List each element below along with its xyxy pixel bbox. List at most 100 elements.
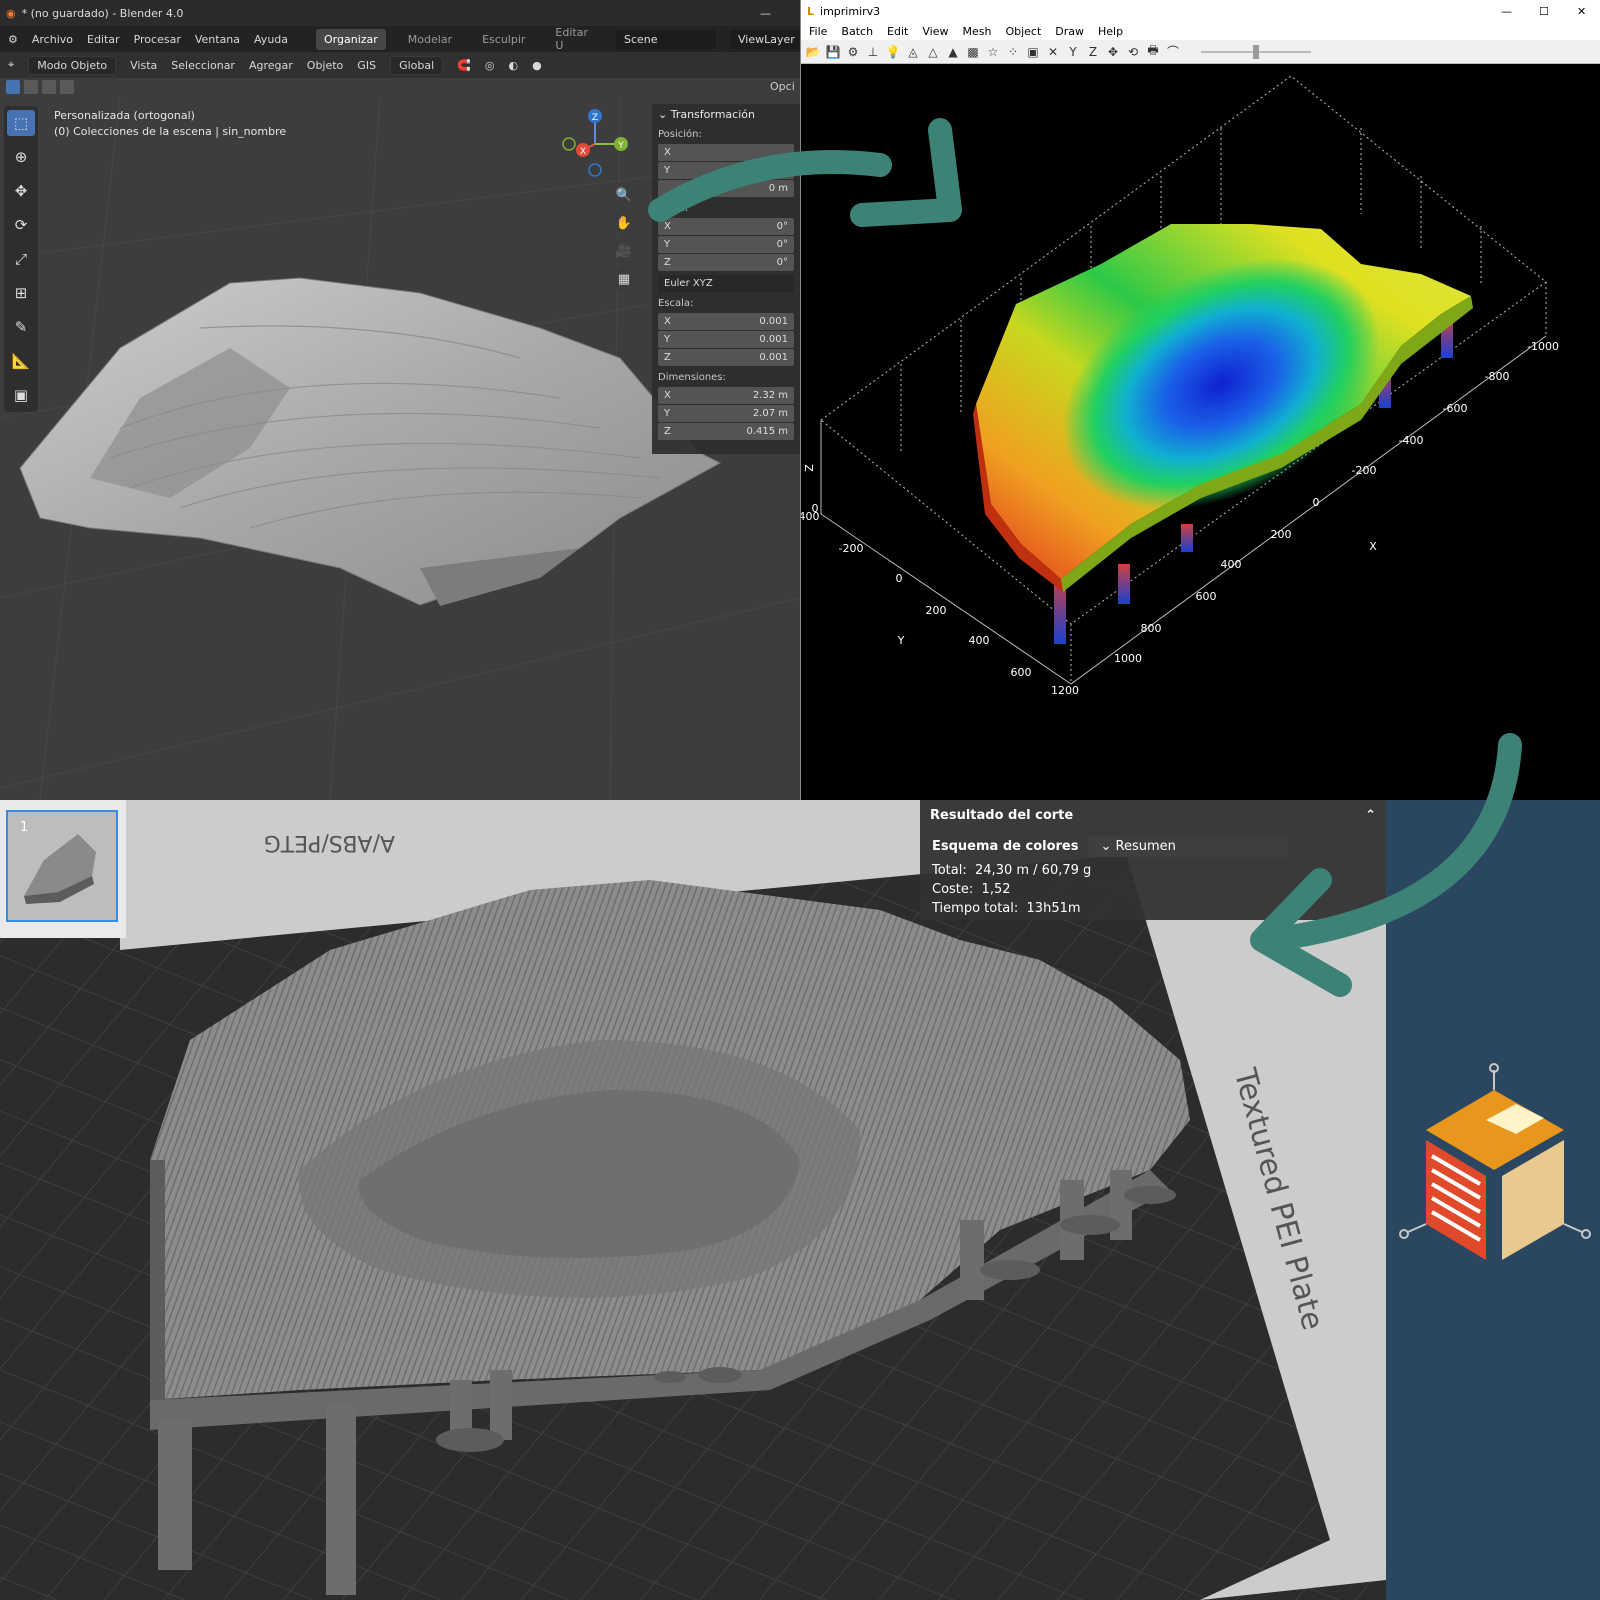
select-extend-icon[interactable] <box>24 80 38 94</box>
axis-x-icon[interactable]: ✕ <box>1045 45 1061 59</box>
support-icon[interactable]: ⌒ <box>1165 43 1181 60</box>
menu-edit[interactable]: Edit <box>887 25 908 38</box>
menu-file[interactable]: File <box>809 25 827 38</box>
rotation-y-field[interactable]: Y 0° <box>658 236 794 253</box>
scale-y-field[interactable]: Y 0.001 <box>658 331 794 348</box>
x-tick: -400 <box>1399 434 1424 447</box>
save-icon[interactable]: 💾 <box>825 45 841 59</box>
3d-viewport[interactable]: ⬚ ⊕ ✥ ⟳ ⤢ ⊞ ✎ 📐 ▣ Personalizada (ortogon… <box>0 98 800 800</box>
menu-draw[interactable]: Draw <box>1055 25 1084 38</box>
rotate-icon[interactable]: ⟲ <box>1125 45 1141 59</box>
terrain-plot[interactable]: 1200 1000 800 600 400 200 0 -200 -400 -6… <box>801 64 1600 800</box>
open-folder-icon[interactable]: 📂 <box>805 45 821 59</box>
3d-canvas[interactable]: 1200 1000 800 600 400 200 0 -200 -400 -6… <box>801 64 1600 800</box>
slice-result-header[interactable]: Resultado del corte ⌃ <box>920 800 1386 830</box>
menu-view[interactable]: View <box>922 25 948 38</box>
overlay-icon[interactable]: ◐ <box>508 59 518 72</box>
network-icon[interactable]: ⚙ <box>845 45 861 59</box>
wire-icon[interactable]: ◬ <box>905 45 921 59</box>
menu-seleccionar[interactable]: Seleccionar <box>171 59 235 72</box>
menu-batch[interactable]: Batch <box>841 25 873 38</box>
menu-objeto[interactable]: Objeto <box>307 59 344 72</box>
rotation-mode-dropdown[interactable]: Euler XYZ <box>658 275 794 292</box>
tab-modelar[interactable]: Modelar <box>400 29 460 50</box>
orientation-dropdown[interactable]: Global <box>390 55 444 75</box>
editor-type-icon[interactable]: ⌖ <box>8 58 14 72</box>
minimize-button[interactable]: — <box>760 7 771 20</box>
axis-z-icon[interactable]: Z <box>1085 45 1101 59</box>
field-key: Y <box>664 239 671 250</box>
tab-organizar[interactable]: Organizar <box>316 28 386 50</box>
move-icon[interactable]: ✥ <box>1105 45 1121 59</box>
tab-esculpir[interactable]: Esculpir <box>474 29 533 50</box>
field-key: Y <box>664 334 671 345</box>
position-y-field[interactable]: Y 0 m <box>658 162 794 179</box>
color-scheme-label: Esquema de colores <box>932 839 1079 854</box>
light-icon[interactable]: 💡 <box>885 45 901 59</box>
slicer-view[interactable]: A/ABS/PETG Textured PEI Plate 1 Resultad… <box>0 800 1386 1600</box>
close-icon[interactable]: ✕ <box>1577 5 1586 18</box>
menu-mesh[interactable]: Mesh <box>962 25 991 38</box>
select-box-icon[interactable] <box>6 80 20 94</box>
blender-icon[interactable]: ⚙ <box>8 33 18 46</box>
minimize-icon[interactable]: — <box>1501 5 1512 18</box>
menu-editar[interactable]: Editar <box>87 33 120 46</box>
x-axis-label: X <box>1369 540 1377 553</box>
scale-x-field[interactable]: X 0.001 <box>658 313 794 330</box>
z-axis-label: Z <box>803 464 816 472</box>
mode-dropdown[interactable]: Modo Objeto <box>28 55 117 75</box>
axes-icon[interactable]: ⊥ <box>865 45 881 59</box>
rotation-x-field[interactable]: X 0° <box>658 218 794 235</box>
menu-agregar[interactable]: Agregar <box>249 59 293 72</box>
color-scheme-dropdown[interactable]: ⌄ Resumen <box>1088 836 1289 857</box>
position-x-field[interactable]: X <box>658 144 794 161</box>
printer-icon[interactable]: 🖶 <box>1145 41 1161 62</box>
axis-y-icon[interactable]: Y <box>1065 45 1081 59</box>
transform-panel: ⌄ Transformación Posición: X Y 0 m 0 m ac… <box>652 104 800 454</box>
imprimir-window: L imprimirv3 — ☐ ✕ File Batch Edit View … <box>800 0 1600 800</box>
rotation-z-field[interactable]: Z 0° <box>658 254 794 271</box>
dimension-x-field[interactable]: X 2.32 m <box>658 387 794 404</box>
proportional-icon[interactable]: ◎ <box>485 59 495 72</box>
scene-selector[interactable]: Scene <box>616 29 716 49</box>
zoom-slider[interactable] <box>1201 45 1311 59</box>
field-value: 0° <box>776 239 788 250</box>
mesh-icon[interactable]: △ <box>925 45 941 59</box>
shading-solid-icon[interactable]: ● <box>532 59 542 72</box>
color-mesh-icon[interactable]: ▲ <box>945 45 961 59</box>
menu-help[interactable]: Help <box>1098 25 1123 38</box>
box-icon[interactable]: ▣ <box>1025 45 1041 59</box>
points-icon[interactable]: ⁘ <box>1005 45 1021 59</box>
menu-object[interactable]: Object <box>1005 25 1041 38</box>
dimension-y-field[interactable]: Y 2.07 m <box>658 405 794 422</box>
plate-thumbnail[interactable]: 1 <box>6 810 118 922</box>
star-icon[interactable]: ☆ <box>985 45 1001 59</box>
cube-logo-icon <box>1399 1063 1591 1260</box>
maximize-icon[interactable]: ☐ <box>1539 5 1549 18</box>
collapse-icon[interactable]: ⌃ <box>1365 808 1376 823</box>
x-tick: -200 <box>1352 464 1377 477</box>
plate-thumbnail-bar: 1 <box>0 800 126 938</box>
cost-value: 1,52 <box>981 882 1011 897</box>
menu-procesar[interactable]: Procesar <box>134 33 181 46</box>
snap-icon[interactable]: 🧲 <box>457 59 471 72</box>
menu-gis[interactable]: GIS <box>357 59 376 72</box>
dimension-z-field[interactable]: Z 0.415 m <box>658 423 794 440</box>
menu-vista[interactable]: Vista <box>130 59 157 72</box>
menu-archivo[interactable]: Archivo <box>32 33 73 46</box>
field-value: 0 m <box>768 165 788 176</box>
menu-ayuda[interactable]: Ayuda <box>254 33 288 46</box>
viewlayer-selector[interactable]: ViewLayer <box>730 29 800 49</box>
position-z-field[interactable]: 0 m <box>658 180 794 197</box>
x-tick: 0 <box>1313 496 1320 509</box>
total-row: Total: 24,30 m / 60,79 g <box>932 861 1374 880</box>
options-button[interactable]: Opci <box>770 80 795 93</box>
palette-icon[interactable]: ▩ <box>965 45 981 59</box>
menu-ventana[interactable]: Ventana <box>195 33 240 46</box>
zoom-slider-thumb[interactable] <box>1253 45 1259 59</box>
tab-editar-uv[interactable]: Editar U <box>547 22 602 56</box>
select-invert-icon[interactable] <box>60 80 74 94</box>
scale-z-field[interactable]: Z 0.001 <box>658 349 794 366</box>
transform-section-title[interactable]: ⌄ Transformación <box>658 108 794 121</box>
select-subtract-icon[interactable] <box>42 80 56 94</box>
